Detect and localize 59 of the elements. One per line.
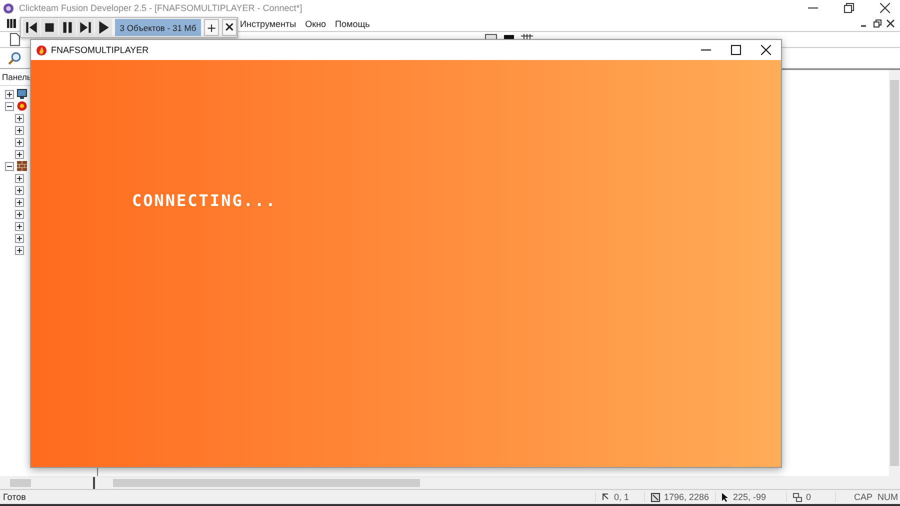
flame-icon bbox=[36, 44, 47, 56]
expand-toggle[interactable] bbox=[15, 198, 24, 206]
restore-icon[interactable] bbox=[873, 19, 882, 28]
menu-item[interactable]: Помощь bbox=[335, 18, 370, 28]
play-icon[interactable] bbox=[95, 19, 112, 36]
connecting-message: CONNECTING... bbox=[132, 191, 277, 210]
skip-back-icon[interactable] bbox=[23, 19, 40, 36]
document-icon[interactable] bbox=[10, 33, 20, 46]
stop-icon[interactable] bbox=[41, 19, 58, 36]
frame-icon[interactable] bbox=[485, 34, 497, 39]
close-button[interactable]: × bbox=[222, 19, 237, 36]
grid-icon[interactable] bbox=[521, 34, 533, 39]
cursor-icon bbox=[722, 492, 729, 502]
expand-toggle[interactable] bbox=[5, 90, 14, 98]
search-icon[interactable] bbox=[8, 52, 21, 64]
horizontal-scrollbar[interactable] bbox=[95, 477, 900, 489]
expand-toggle[interactable] bbox=[15, 174, 24, 182]
vertical-scrollbar[interactable] bbox=[889, 70, 900, 476]
expand-toggle[interactable] bbox=[5, 102, 14, 110]
arrow-icon bbox=[602, 493, 610, 501]
add-button[interactable]: + bbox=[204, 19, 219, 36]
layers-icon bbox=[792, 492, 802, 502]
expand-toggle[interactable] bbox=[15, 114, 24, 122]
window-title: Clickteam Fusion Developer 2.5 - [FNAFSOMULTIPLAYER - Connect*] bbox=[19, 3, 302, 13]
game-window-title: FNAFSOMULTIPLAYER bbox=[51, 45, 149, 55]
expand-toggle[interactable] bbox=[15, 210, 24, 218]
status-value: 1796, 2286 bbox=[664, 492, 709, 502]
object-count: 3 Объектов - 31 Мб bbox=[115, 19, 201, 36]
status-value: 0, 1 bbox=[614, 492, 629, 502]
restore-icon[interactable] bbox=[844, 3, 854, 13]
step-icon[interactable] bbox=[77, 19, 94, 36]
menu-item[interactable]: Инструменты bbox=[240, 18, 296, 28]
expand-toggle[interactable] bbox=[5, 162, 14, 170]
close-icon[interactable] bbox=[761, 45, 771, 55]
close-icon[interactable] bbox=[880, 3, 890, 13]
bricks-icon bbox=[17, 161, 27, 171]
close-icon[interactable] bbox=[886, 19, 895, 28]
expand-toggle[interactable] bbox=[15, 246, 24, 254]
status-value: 0 bbox=[806, 492, 811, 502]
status-text: Готов bbox=[3, 492, 26, 502]
expand-toggle[interactable] bbox=[15, 126, 24, 134]
ball-icon bbox=[17, 101, 27, 111]
maximize-icon[interactable] bbox=[731, 45, 741, 55]
app-logo-icon bbox=[3, 2, 14, 14]
resize-icon bbox=[650, 492, 660, 502]
filled-rectangle-icon[interactable] bbox=[503, 34, 515, 39]
expand-toggle[interactable] bbox=[15, 186, 24, 194]
menu-item[interactable]: Окно bbox=[305, 18, 326, 28]
pause-icon[interactable] bbox=[59, 19, 76, 36]
horizontal-scrollbar[interactable] bbox=[0, 477, 95, 489]
key-indicator: CAP bbox=[854, 492, 872, 502]
expand-toggle[interactable] bbox=[15, 150, 24, 158]
grid-icon[interactable] bbox=[7, 19, 16, 28]
monitor-icon bbox=[17, 89, 27, 99]
expand-toggle[interactable] bbox=[15, 234, 24, 242]
key-indicator: NUM bbox=[878, 492, 898, 502]
expand-toggle[interactable] bbox=[15, 138, 24, 146]
status-value: 225, -99 bbox=[732, 492, 766, 502]
expand-toggle[interactable] bbox=[15, 222, 24, 230]
